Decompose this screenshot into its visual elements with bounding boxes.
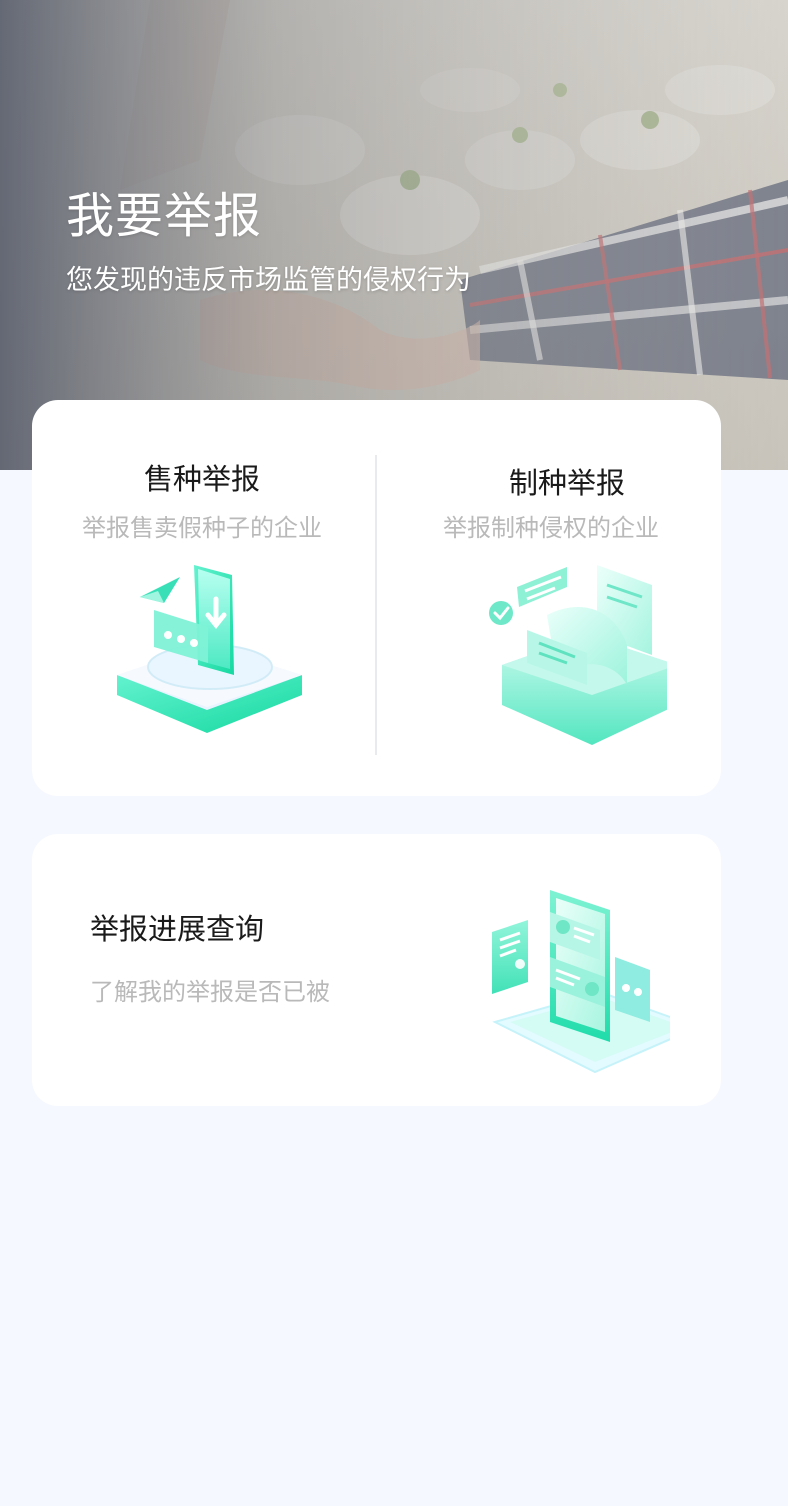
page-subtitle: 您发现的违反市场监管的侵权行为 [66, 265, 471, 296]
seed-production-report-option[interactable]: 制种举报 举报制种侵权的企业 [377, 400, 721, 796]
seed-production-report-illustration [489, 565, 667, 745]
seed-sale-report-illustration [117, 565, 302, 733]
seed-sale-report-option[interactable]: 售种举报 举报售卖假种子的企业 [32, 400, 376, 796]
seed-sale-report-description: 举报售卖假种子的企业 [82, 514, 322, 542]
seed-sale-report-title: 售种举报 [143, 462, 260, 496]
report-type-card: 售种举报 举报售卖假种子的企业 制种举报 举报制种侵权的企业 [32, 400, 721, 796]
report-progress-description: 了解我的举报是否已被 [90, 978, 330, 1006]
page-title: 我要举报 [66, 188, 263, 244]
report-progress-title: 举报进展查询 [90, 912, 265, 946]
seed-production-report-title: 制种举报 [508, 466, 625, 500]
report-progress-card[interactable]: 举报进展查询 了解我的举报是否已被 [32, 834, 721, 1106]
seed-production-report-description: 举报制种侵权的企业 [443, 514, 659, 542]
report-progress-phone-illustration [492, 890, 670, 1074]
